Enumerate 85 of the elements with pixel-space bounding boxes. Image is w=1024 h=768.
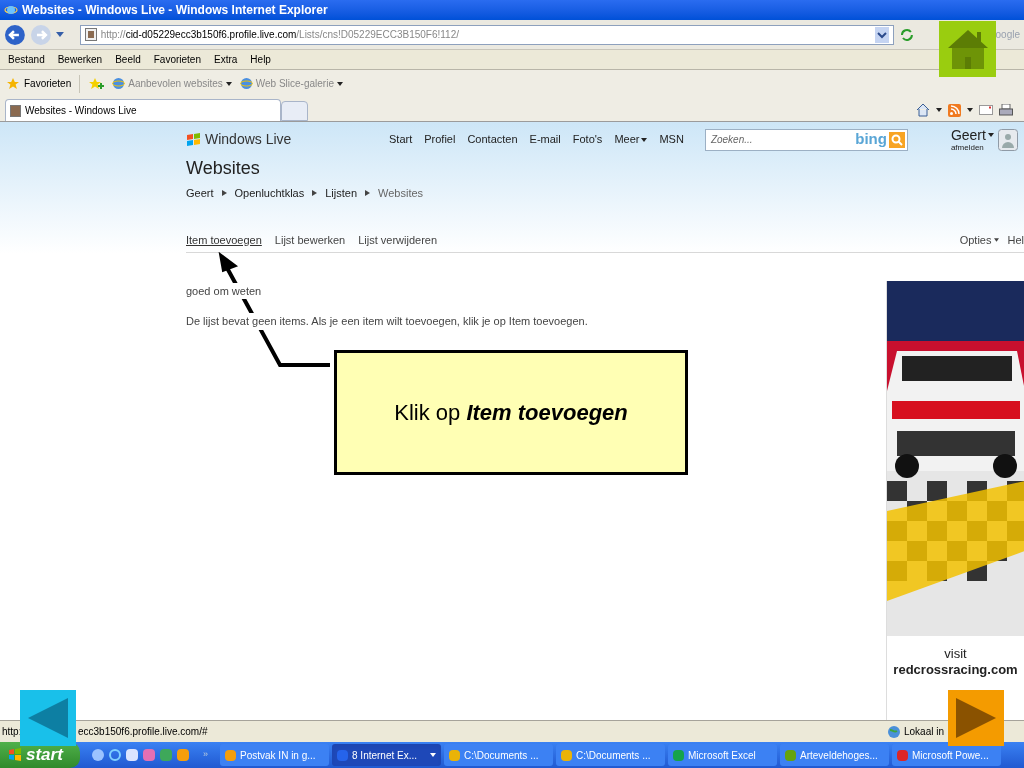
menu-item[interactable]: Favorieten xyxy=(153,52,201,67)
globe-icon xyxy=(886,724,901,739)
mail-icon[interactable] xyxy=(979,105,993,115)
ad-caption: visit xyxy=(944,645,967,662)
page-title: Websites xyxy=(186,158,260,178)
star-icon xyxy=(6,76,20,91)
action-link[interactable]: Item toevoegen xyxy=(186,231,262,249)
caret-icon[interactable] xyxy=(641,137,648,142)
status-text: ecc3b150f6.profile.live.com/# xyxy=(78,725,208,739)
action-link[interactable]: Lijst bewerken xyxy=(274,231,346,249)
section-heading: goed om weten xyxy=(186,282,262,299)
options-menu[interactable]: Opties xyxy=(959,231,992,249)
dropdown-icon[interactable] xyxy=(874,26,889,43)
taskbar-button[interactable]: C:\Documents ... xyxy=(556,744,665,766)
breadcrumb-link[interactable]: Geert xyxy=(186,185,214,202)
taskbar-button[interactable]: Arteveldehoges... xyxy=(780,744,889,766)
nav-link[interactable]: Contacten xyxy=(467,131,518,148)
callout-text: Klik op Item toevoegen xyxy=(394,399,628,427)
menu-item[interactable]: Help xyxy=(250,52,271,67)
home-button[interactable] xyxy=(939,21,996,77)
user-name[interactable]: Geert xyxy=(950,127,986,142)
flag-logo-icon xyxy=(186,132,201,147)
browser-logo-icon xyxy=(112,77,126,90)
separator-icon xyxy=(312,190,318,197)
windows-flag-icon xyxy=(8,748,22,762)
quick-launch-icon[interactable] xyxy=(143,749,155,761)
nav-link[interactable]: E-mail xyxy=(529,131,561,148)
bing-logo: bing xyxy=(855,129,887,150)
print-icon[interactable] xyxy=(999,103,1013,117)
address-field[interactable]: http://cid-d05229ecc3b150f6.profile.live.com/Lists/cns!D05229ECC3B150F6!112/ xyxy=(79,24,894,45)
previous-button[interactable] xyxy=(20,690,76,746)
menu-item[interactable]: Bewerken xyxy=(57,52,103,67)
brand-name: Windows Live xyxy=(205,130,292,149)
add-favorite-icon[interactable] xyxy=(88,76,105,91)
feed-icon[interactable] xyxy=(948,103,961,117)
search-field[interactable]: Zoeken... bing xyxy=(704,128,908,151)
favorites-button[interactable]: Favorieten xyxy=(24,76,72,91)
breadcrumb-link[interactable]: Openluchtklas xyxy=(234,185,305,202)
separator-icon xyxy=(221,190,227,197)
caret-icon[interactable] xyxy=(430,753,436,757)
taskbar-button[interactable]: 8 Internet Ex... xyxy=(332,744,441,766)
nav-link[interactable]: Profiel xyxy=(424,131,456,148)
quick-launch-icon[interactable] xyxy=(92,749,104,761)
caret-icon[interactable] xyxy=(987,132,994,137)
separator-icon xyxy=(365,190,371,197)
page-icon xyxy=(84,28,97,41)
quick-launch-icon[interactable] xyxy=(109,749,121,761)
menu-item[interactable]: Bestand xyxy=(8,52,45,67)
caret-icon[interactable] xyxy=(994,238,1000,242)
status-text: http: xyxy=(1,725,23,739)
menu-item[interactable]: Beeld xyxy=(115,52,141,67)
window-title: Websites - Windows Live - Windows Internet Explorer xyxy=(22,2,328,19)
search-icon[interactable] xyxy=(888,131,905,148)
address-text: http://cid-d05229ecc3b150f6.profile.live.com/Lists/cns!D05229ECC3B150F6!112/ xyxy=(100,28,460,42)
help-link[interactable]: Hel xyxy=(1007,231,1024,249)
back-button[interactable] xyxy=(4,23,26,46)
browser-logo-icon xyxy=(239,77,253,90)
page-icon xyxy=(10,104,21,117)
quick-launch-icon[interactable] xyxy=(177,749,189,761)
new-tab-button[interactable] xyxy=(281,101,308,121)
taskbar-button[interactable]: C:\Documents ... xyxy=(444,744,553,766)
taskbar-button[interactable]: Microsoft Powe... xyxy=(892,744,1001,766)
message-text: De lijst bevat geen items. Als je een item wilt toevoegen, klik je op Item toevoegen. xyxy=(186,313,588,330)
browser-logo-icon xyxy=(4,3,18,17)
ad-caption: redcrossracing.com xyxy=(893,661,1018,678)
nav-link[interactable]: Start xyxy=(389,131,413,148)
tab[interactable]: Websites - Windows Live xyxy=(5,99,281,121)
home-icon[interactable] xyxy=(916,103,930,117)
menu-item[interactable]: Extra xyxy=(214,52,238,67)
next-button[interactable] xyxy=(948,690,1004,746)
signout-link[interactable]: afmelden xyxy=(950,143,984,152)
breadcrumb-link[interactable]: Lijsten xyxy=(325,185,358,202)
zone-text: Lokaal in xyxy=(903,725,944,739)
dropdown-icon[interactable] xyxy=(967,108,973,112)
ad-banner[interactable]: visit redcrossracing.com xyxy=(886,280,1024,720)
caret-icon[interactable] xyxy=(336,81,343,86)
caret-icon[interactable] xyxy=(225,81,232,86)
nav-link[interactable]: Meer xyxy=(614,131,648,148)
quick-launch-icon[interactable] xyxy=(126,749,138,761)
dropdown-icon[interactable] xyxy=(936,108,942,112)
taskbar-button[interactable]: Postvak IN in g... xyxy=(220,744,329,766)
nav-link[interactable]: Foto's xyxy=(572,131,603,148)
action-link[interactable]: Lijst verwijderen xyxy=(358,231,438,249)
taskbar-button[interactable]: Microsoft Excel xyxy=(668,744,777,766)
nav-link[interactable]: MSN xyxy=(659,131,684,148)
